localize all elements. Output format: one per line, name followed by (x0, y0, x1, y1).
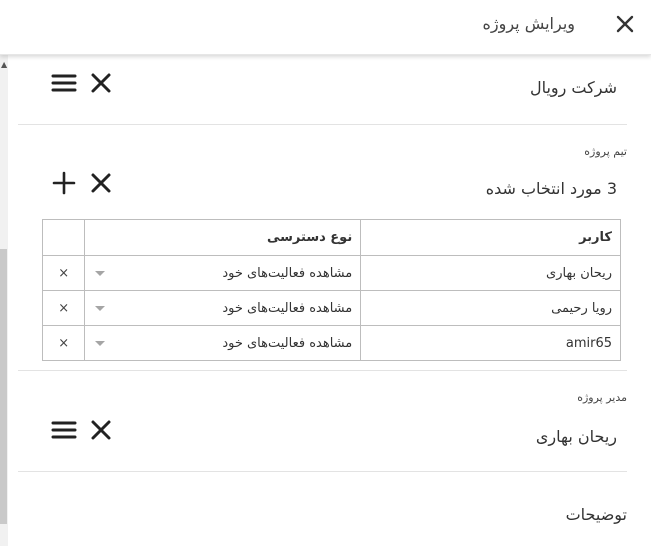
access-select[interactable]: مشاهده فعالیت‌های خود (84, 255, 362, 291)
access-value: مشاهده فعالیت‌های خود (222, 300, 353, 316)
dialog-header: ویرایش پروژه (0, 0, 651, 55)
table-header-row: کاربر نوع دسترسی (41, 219, 621, 256)
user-cell: ریحان بهاری (360, 255, 621, 291)
column-user: کاربر (360, 219, 621, 256)
clear-company-icon[interactable] (88, 70, 114, 96)
description-label[interactable]: توضیحات (566, 505, 627, 524)
access-value: مشاهده فعالیت‌های خود (222, 265, 353, 281)
delete-row-button[interactable]: × (41, 255, 86, 291)
user-cell: amir65 (360, 325, 621, 361)
edit-project-dialog: ویرایش پروژه ▲ شرکت رویال تیم پروژه 3 مو… (0, 0, 651, 546)
access-value: مشاهده فعالیت‌های خود (222, 335, 353, 351)
divider (18, 471, 627, 472)
team-selected-count[interactable]: 3 مورد انتخاب شده (486, 179, 617, 198)
column-access: نوع دسترسی (84, 219, 362, 256)
access-select[interactable]: مشاهده فعالیت‌های خود (84, 290, 362, 326)
scroll-up-arrow[interactable]: ▲ (1, 60, 7, 69)
delete-icon[interactable]: × (58, 301, 69, 316)
table-row: amir65 مشاهده فعالیت‌های خود × (41, 325, 621, 361)
close-icon[interactable] (615, 14, 635, 34)
manager-value[interactable]: ریحان بهاری (536, 427, 617, 446)
chevron-down-icon[interactable] (95, 271, 106, 276)
column-delete (41, 219, 86, 256)
user-cell: رویا رحیمی (360, 290, 621, 326)
manager-label: مدیر پروژه (577, 391, 627, 404)
team-label: تیم پروژه (584, 145, 627, 158)
scrollbar[interactable] (0, 54, 8, 546)
company-value[interactable]: شرکت رویال (530, 78, 617, 97)
menu-icon[interactable] (51, 70, 77, 96)
clear-manager-icon[interactable] (88, 417, 114, 443)
delete-icon[interactable]: × (58, 266, 69, 281)
delete-row-button[interactable]: × (41, 290, 86, 326)
chevron-down-icon[interactable] (95, 306, 106, 311)
clear-team-icon[interactable] (88, 170, 114, 196)
team-table: کاربر نوع دسترسی ریحان بهاری مشاهده فعال… (41, 219, 621, 361)
delete-row-button[interactable]: × (41, 325, 86, 361)
divider (18, 370, 627, 371)
dialog-title: ویرایش پروژه (482, 14, 575, 33)
table-row: رویا رحیمی مشاهده فعالیت‌های خود × (41, 290, 621, 326)
chevron-down-icon[interactable] (95, 341, 106, 346)
access-select[interactable]: مشاهده فعالیت‌های خود (84, 325, 362, 361)
delete-icon[interactable]: × (58, 336, 69, 351)
table-row: ریحان بهاری مشاهده فعالیت‌های خود × (41, 255, 621, 291)
scrollbar-thumb[interactable] (0, 249, 7, 524)
plus-icon[interactable] (51, 170, 77, 196)
menu-icon[interactable] (51, 417, 77, 443)
divider (18, 124, 627, 125)
